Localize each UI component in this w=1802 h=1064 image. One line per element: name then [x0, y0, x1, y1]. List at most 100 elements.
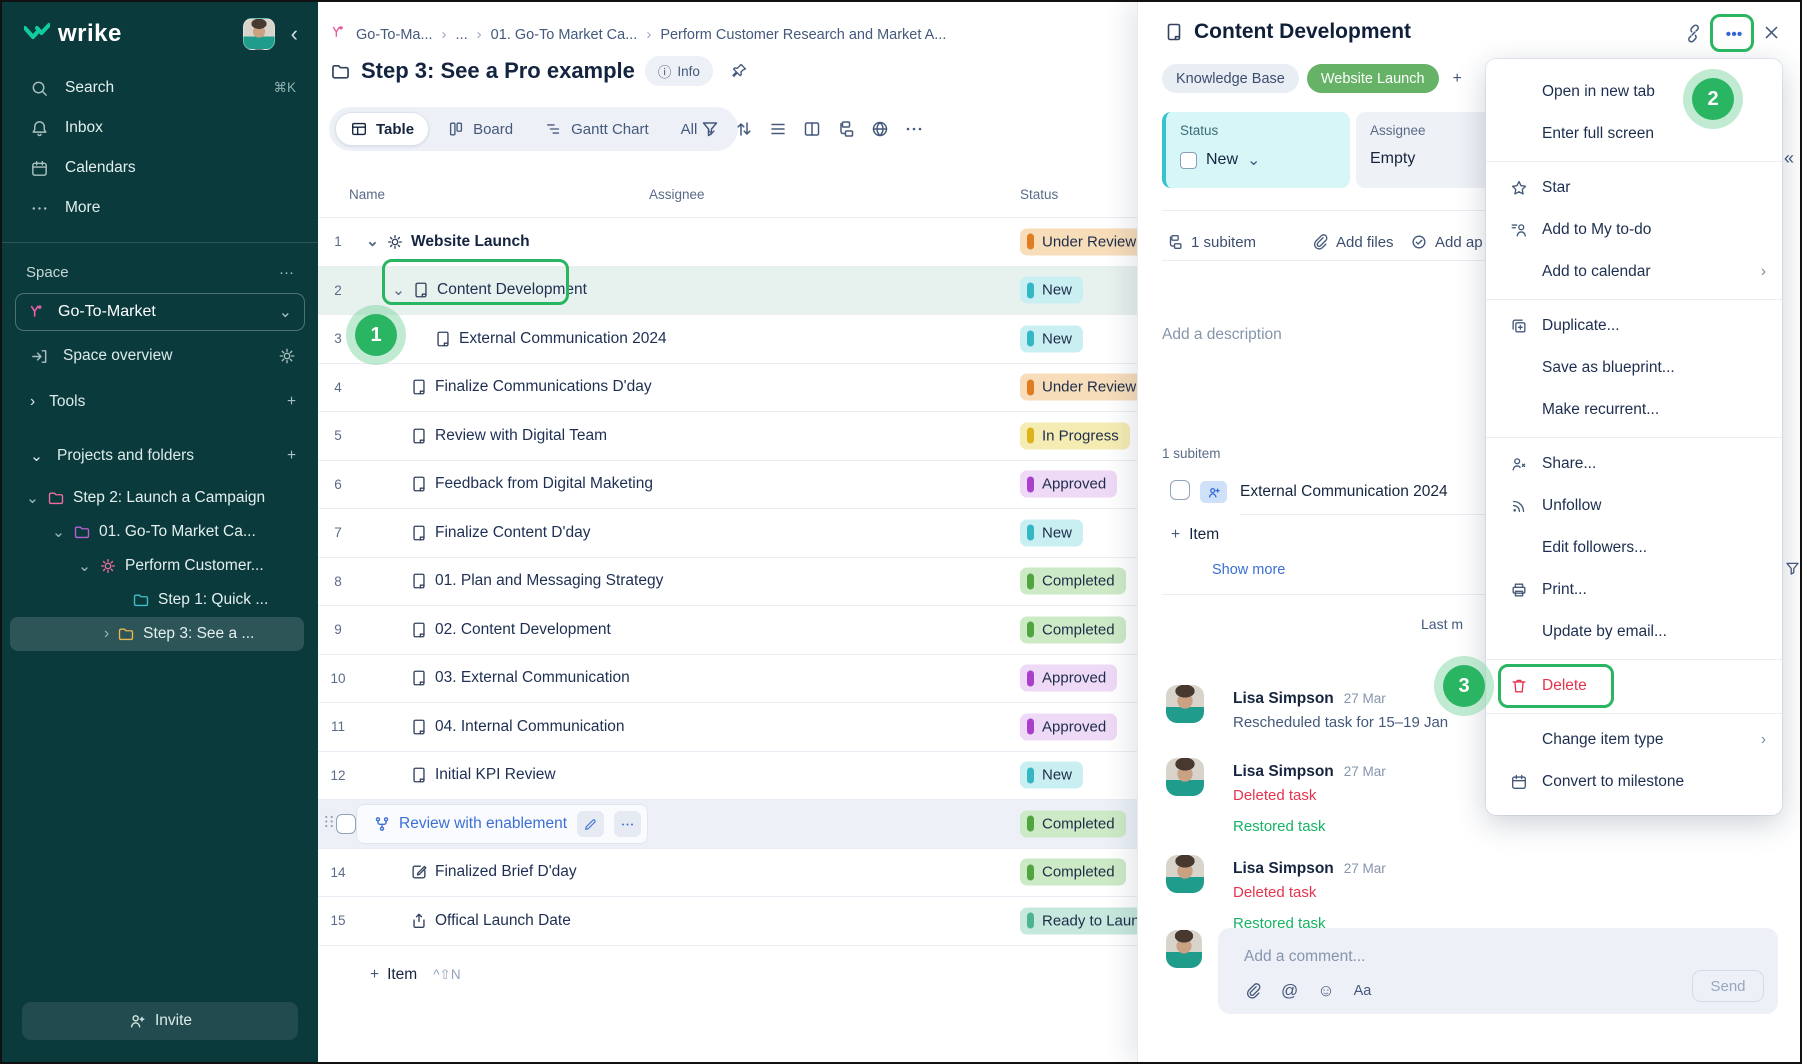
comment-input[interactable]: Add a comment... [1244, 948, 1365, 966]
panel-tool-add-files[interactable]: Add files [1311, 222, 1394, 262]
status-badge[interactable]: Completed [1020, 568, 1126, 595]
complete-checkbox[interactable] [1180, 152, 1197, 169]
tab-table[interactable]: Table [335, 112, 429, 146]
task-name[interactable]: 01. Plan and Messaging Strategy [435, 572, 663, 590]
tag-website-launch[interactable]: Website Launch [1307, 64, 1439, 93]
subitems-button[interactable] [836, 119, 856, 144]
more-button[interactable] [904, 119, 924, 144]
add-project-icon[interactable]: + [287, 447, 296, 465]
menu-item-print[interactable]: Print... [1486, 569, 1782, 611]
collapse-panel-icon[interactable]: « [1784, 148, 1794, 169]
activity-sort-label[interactable]: Last m [1421, 616, 1463, 632]
menu-item-open-in-new-tab[interactable]: Open in new tab [1486, 71, 1782, 113]
edit-button[interactable] [577, 811, 604, 837]
task-name[interactable]: Offical Launch Date [435, 912, 571, 930]
status-badge[interactable]: Completed [1020, 859, 1126, 886]
fields-button[interactable] [870, 119, 890, 144]
menu-item-convert-to-milestone[interactable]: Convert to milestone [1486, 761, 1782, 803]
menu-item-duplicate[interactable]: Duplicate... [1486, 305, 1782, 347]
column-header-name[interactable]: Name [349, 172, 385, 218]
status-badge[interactable]: Under Review [1020, 374, 1147, 401]
menu-item-make-recurrent[interactable]: Make recurrent... [1486, 389, 1782, 431]
menu-item-enter-full-screen[interactable]: Enter full screen [1486, 113, 1782, 155]
sidebar-item-calendars[interactable]: Calendars [2, 148, 318, 188]
tab-gantt-chart[interactable]: Gantt Chart [531, 112, 663, 146]
description-placeholder[interactable]: Add a description [1162, 326, 1282, 344]
task-name[interactable]: Finalized Brief D'day [435, 863, 577, 881]
filter-button[interactable] [700, 119, 720, 144]
status-badge[interactable]: New [1020, 277, 1083, 304]
task-name[interactable]: 02. Content Development [435, 621, 611, 639]
chevron-down-icon[interactable]: ⌄ [78, 557, 91, 576]
row-name-box[interactable]: Review with enablement te [356, 804, 648, 844]
status-badge[interactable]: New [1020, 519, 1083, 546]
emoji-icon[interactable]: ☺ [1317, 981, 1334, 1001]
subitem-checkbox[interactable] [1170, 480, 1190, 500]
menu-item-change-item-type[interactable]: Change item type › [1486, 719, 1782, 761]
status-badge[interactable]: Approved [1020, 665, 1117, 692]
sidebar-item-projects-folders[interactable]: ⌄ Projects and folders + [2, 437, 318, 475]
task-name[interactable]: Initial KPI Review [435, 766, 556, 784]
chevron-down-icon[interactable]: ⌄ [366, 232, 379, 251]
menu-item-save-as-blueprint[interactable]: Save as blueprint... [1486, 347, 1782, 389]
status-badge[interactable]: New [1020, 325, 1083, 352]
comment-box[interactable]: Add a comment... @ ☺ Aa Send [1218, 928, 1778, 1014]
column-header-status[interactable]: Status [1020, 172, 1058, 218]
mention-icon[interactable]: @ [1281, 981, 1298, 1001]
breadcrumb-item[interactable]: 01. Go-To Market Ca... [491, 27, 638, 43]
status-badge[interactable]: New [1020, 762, 1083, 789]
sidebar-tree-item-step-2-launch-a-campaign[interactable]: ⌄Step 2: Launch a Campaign [10, 481, 304, 515]
task-name[interactable]: External Communication 2024 [459, 330, 667, 348]
tab-board[interactable]: Board [433, 112, 527, 146]
tag-knowledge-base[interactable]: Knowledge Base [1162, 64, 1299, 93]
task-name[interactable]: Website Launch [411, 233, 530, 251]
task-name[interactable]: 04. Internal Communication [435, 718, 625, 736]
task-name[interactable]: Review with Digital Team [435, 427, 607, 445]
close-icon[interactable] [1763, 24, 1780, 46]
add-subitem-button[interactable]: + Item [1138, 526, 1219, 544]
menu-item-unfollow[interactable]: Unfollow [1486, 485, 1782, 527]
chevron-down-icon[interactable]: ⌄ [26, 489, 39, 508]
sort-button[interactable] [734, 119, 754, 144]
activity-filter-icon[interactable] [1784, 560, 1801, 582]
permalink-icon[interactable] [1684, 24, 1703, 48]
sidebar-item-tools[interactable]: › Tools + [2, 383, 318, 421]
columns-button[interactable] [802, 119, 822, 144]
menu-item-edit-followers[interactable]: Edit followers... [1486, 527, 1782, 569]
task-name[interactable]: Feedback from Digital Maketing [435, 475, 653, 493]
assign-person-icon[interactable] [1200, 481, 1227, 503]
subitem-name[interactable]: External Communication 2024 [1240, 483, 1448, 501]
status-badge[interactable]: In Progress [1020, 422, 1130, 449]
activity-user[interactable]: Lisa Simpson27 Mar [1233, 860, 1386, 878]
row-checkbox[interactable] [336, 814, 356, 834]
send-button[interactable]: Send [1692, 970, 1764, 1002]
panel-tool-1-subitem[interactable]: 1 subitem [1166, 222, 1256, 262]
space-more-icon[interactable]: ··· [279, 264, 294, 281]
gear-icon[interactable] [278, 347, 296, 365]
invite-button[interactable]: Invite [22, 1002, 298, 1040]
breadcrumb-item[interactable]: ... [456, 27, 468, 43]
add-tag-icon[interactable]: + [1453, 70, 1462, 88]
user-avatar[interactable] [243, 18, 275, 50]
info-button[interactable]: ⓘInfo [645, 56, 713, 86]
menu-item-add-to-my-to-do[interactable]: Add to My to-do [1486, 209, 1782, 251]
sidebar-tree-item-step-1-quick[interactable]: Step 1: Quick ... [10, 583, 304, 617]
sidebar-collapse-icon[interactable]: ‹ [285, 21, 304, 47]
sidebar-tree-item-01-go-to-market-ca[interactable]: ⌄01. Go-To Market Ca... [10, 515, 304, 549]
sidebar-item-search[interactable]: Search⌘K [2, 68, 318, 108]
panel-tool-add-ap[interactable]: Add ap [1410, 222, 1483, 262]
task-name[interactable]: Finalize Content D'day [435, 524, 590, 542]
column-header-assignee[interactable]: Assignee [649, 172, 705, 218]
menu-item-add-to-calendar[interactable]: Add to calendar › [1486, 251, 1782, 293]
breadcrumb-item[interactable]: Go-To-Ma... [356, 27, 433, 43]
status-badge[interactable]: Approved [1020, 471, 1117, 498]
pin-icon[interactable] [723, 56, 755, 86]
status-badge[interactable]: Under Review [1020, 228, 1147, 255]
menu-item-star[interactable]: Star [1486, 167, 1782, 209]
sidebar-item-more[interactable]: More [2, 188, 318, 228]
sidebar-tree-item-perform-customer[interactable]: ⌄Perform Customer... [10, 549, 304, 583]
attach-icon[interactable] [1244, 982, 1262, 1000]
menu-item-update-by-email[interactable]: Update by email... [1486, 611, 1782, 653]
status-field[interactable]: Status New⌄ [1162, 112, 1350, 188]
status-badge[interactable]: Completed [1020, 810, 1126, 837]
